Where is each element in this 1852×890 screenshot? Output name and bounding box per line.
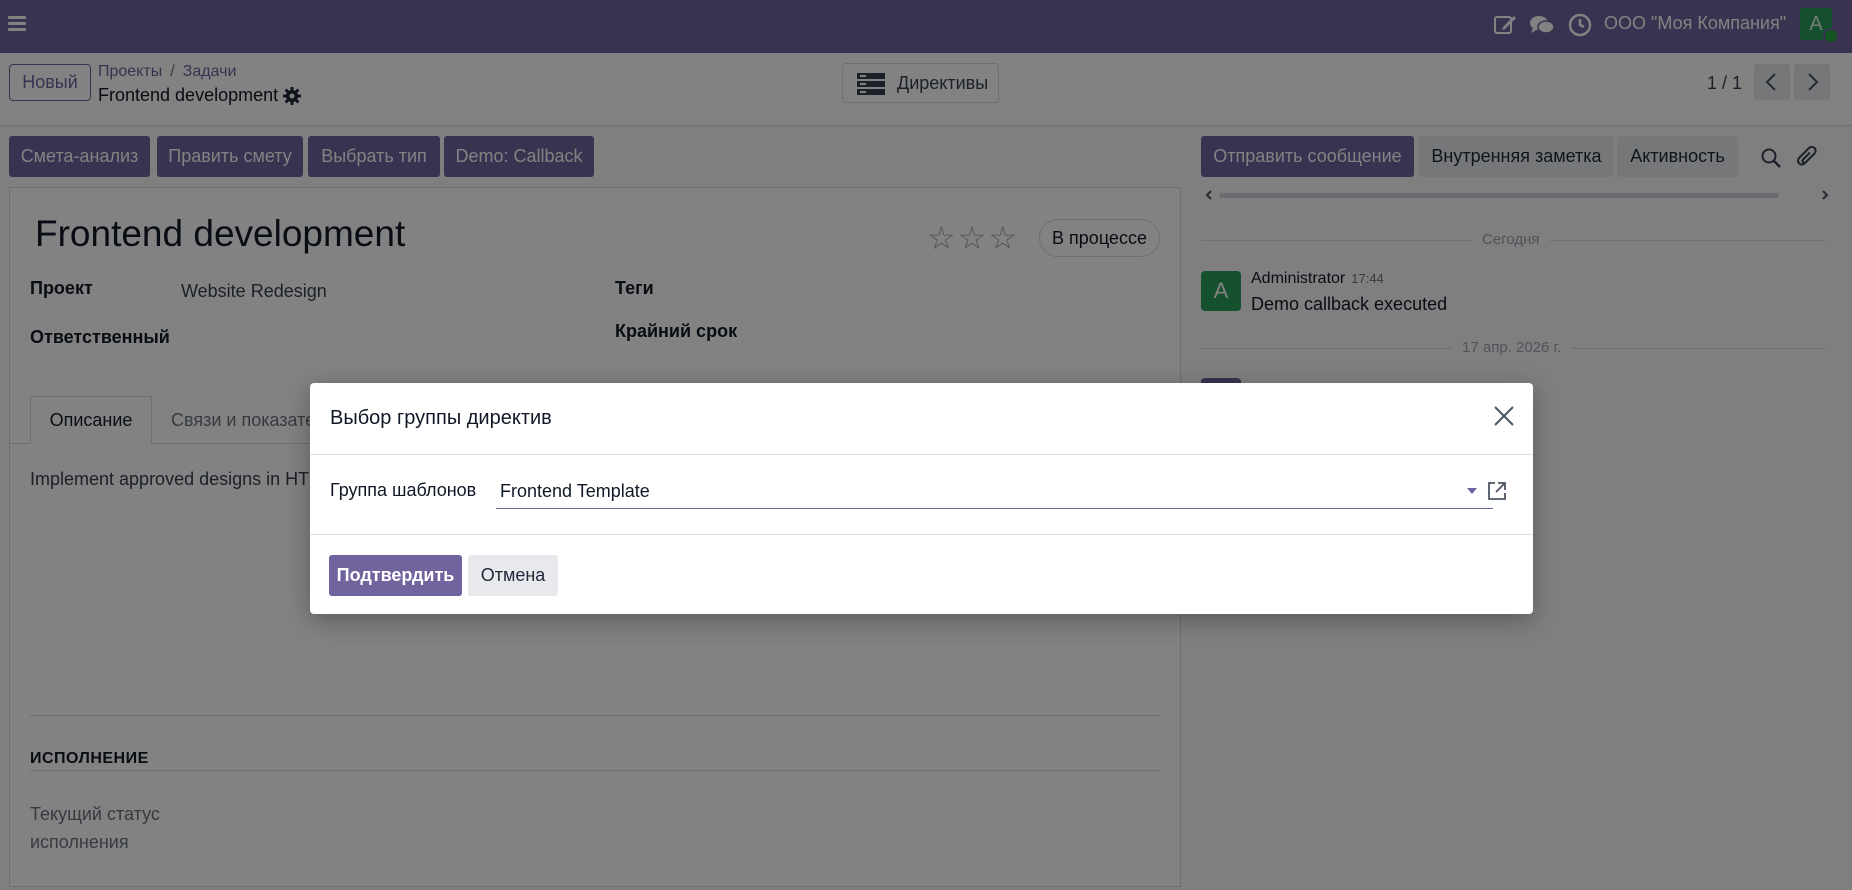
- cancel-button[interactable]: Отмена: [468, 555, 558, 596]
- external-link-icon[interactable]: [1486, 480, 1508, 502]
- modal-title: Выбор группы директив: [330, 407, 552, 429]
- template-group-select[interactable]: Frontend Template: [496, 473, 1493, 509]
- modal-footer-divider: [310, 534, 1533, 535]
- template-group-label: Группа шаблонов: [330, 480, 477, 500]
- chevron-down-icon[interactable]: [1467, 488, 1477, 494]
- select-directive-group-dialog: Выбор группы директив Группа шаблонов Fr…: [310, 383, 1533, 614]
- modal-header-divider: [310, 454, 1533, 455]
- confirm-button[interactable]: Подтвердить: [329, 555, 462, 596]
- close-icon[interactable]: [1492, 404, 1516, 428]
